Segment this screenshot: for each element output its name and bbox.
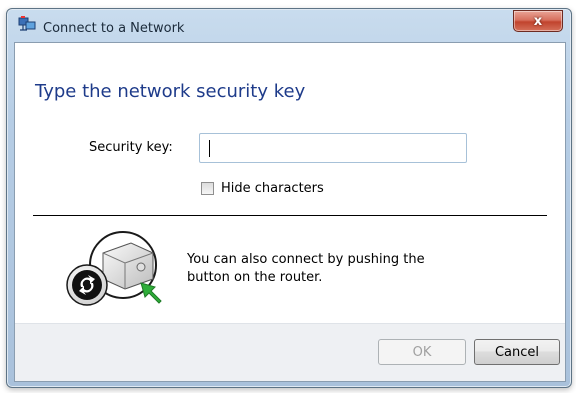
wps-instruction: You can also connect by pushing the butt… [187, 251, 487, 287]
ok-button[interactable]: OK [378, 339, 466, 365]
close-button[interactable]: x [513, 10, 563, 32]
hide-characters-label[interactable]: Hide characters [221, 181, 324, 196]
window-title: Connect to a Network [43, 21, 185, 36]
close-icon: x [533, 13, 543, 29]
main-instruction: Type the network security key [35, 81, 306, 102]
title-bar[interactable]: Connect to a Network x [7, 9, 571, 37]
wps-line-1: You can also connect by pushing the [187, 252, 425, 267]
text-caret [209, 140, 210, 157]
button-bar: OK Cancel [15, 323, 565, 381]
security-key-input[interactable] [199, 133, 467, 163]
router-wps-icon [66, 231, 162, 306]
network-icon [18, 16, 36, 31]
divider [33, 215, 547, 216]
dialog-content: Type the network security key Security k… [14, 42, 566, 382]
connect-network-dialog: Connect to a Network x Type the network … [6, 8, 572, 388]
security-key-label: Security key: [89, 140, 173, 155]
hide-characters-checkbox[interactable] [201, 182, 214, 195]
green-arrow-icon [140, 282, 162, 304]
wps-line-2: button on the router. [187, 270, 323, 285]
cancel-button[interactable]: Cancel [474, 339, 560, 365]
